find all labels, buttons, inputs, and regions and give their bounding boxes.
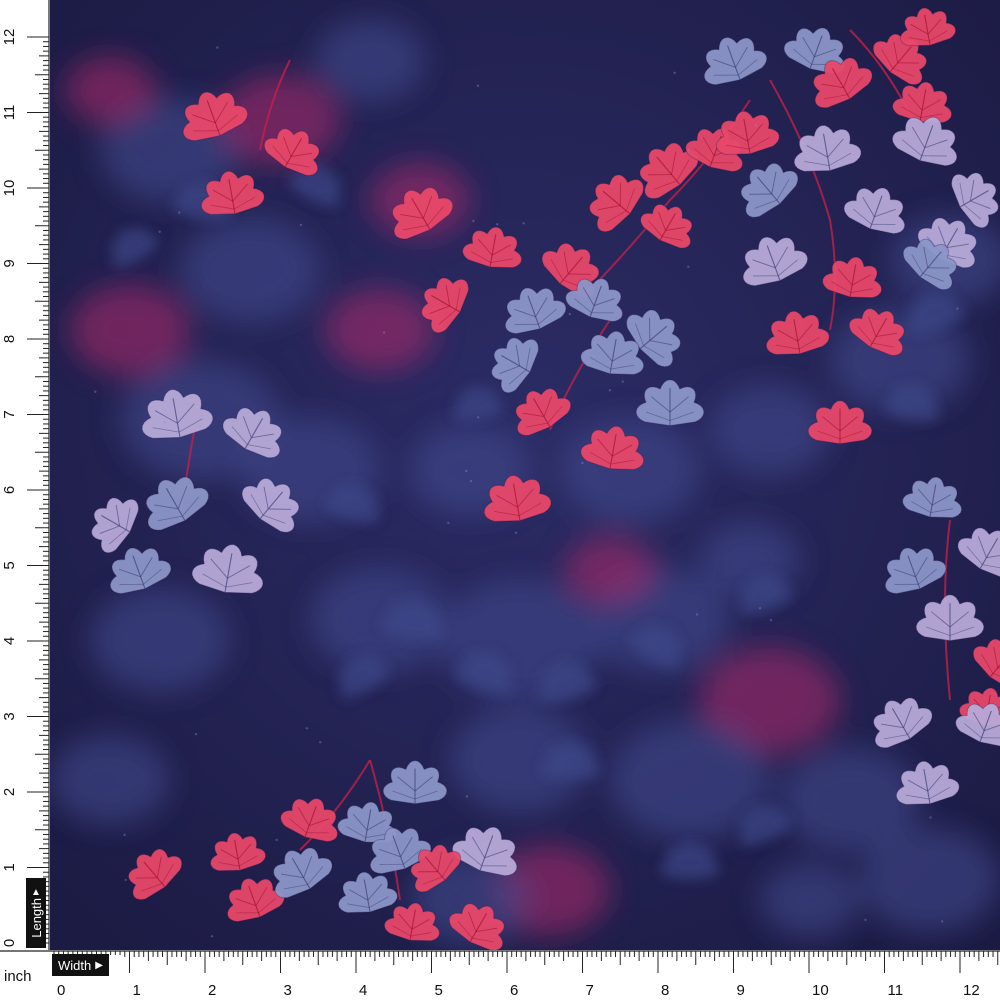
speckle: [158, 230, 161, 233]
speckle: [695, 613, 699, 616]
speckle: [687, 148, 690, 152]
speckle: [472, 219, 475, 223]
speckle: [469, 479, 473, 483]
ruler-number: 10: [1, 180, 18, 197]
speckle: [581, 461, 584, 465]
speckle: [465, 469, 468, 473]
ruler-number: 4: [359, 982, 367, 999]
speckle: [94, 390, 97, 393]
ruler-number: 1: [1, 863, 18, 871]
width-label-tag: Width ▶: [52, 954, 109, 976]
speckle: [476, 84, 480, 87]
speckle: [522, 222, 525, 225]
arrow-up-icon: ▲: [31, 887, 41, 899]
bokeh-blob: [70, 285, 190, 375]
ruler-number: 6: [510, 982, 518, 999]
speckle: [621, 380, 624, 383]
unit-label: inch: [4, 968, 32, 985]
speckle: [769, 619, 773, 622]
printed-fabric: [50, 0, 1000, 950]
ruler-number: 5: [1, 561, 18, 569]
speckle: [382, 331, 386, 334]
fabric-swatch-image: 0 1 2 3 4 5 6 7 8 9 10 11 12 0 1 2 3 4 5 6 7 8 9 10 11 12 ▲ Leng…: [0, 0, 1000, 1000]
speckle: [124, 878, 127, 882]
speckle: [447, 521, 450, 524]
speckle: [514, 531, 518, 534]
ruler-number: 6: [1, 486, 18, 494]
ruler-number: 11: [888, 982, 904, 999]
speckle: [941, 920, 944, 923]
ruler-number: 12: [1, 29, 18, 46]
ruler-number: 4: [1, 637, 18, 645]
ruler-number: 7: [586, 982, 594, 999]
speckle: [305, 727, 308, 730]
ruler-number: 3: [284, 982, 292, 999]
bokeh-blob: [50, 735, 170, 825]
speckle: [465, 795, 469, 798]
floral-leaf-print: [50, 0, 1000, 950]
ruler-number: 2: [208, 982, 216, 999]
speckle: [929, 816, 932, 819]
ruler-number: 5: [435, 982, 443, 999]
speckle: [123, 833, 126, 837]
ruler-number: 0: [57, 982, 65, 999]
speckle: [956, 178, 960, 181]
length-label-tag: ▲ Length: [26, 878, 46, 948]
speckle: [673, 71, 676, 75]
speckle: [477, 416, 480, 419]
ruler-number: 10: [812, 982, 829, 999]
speckle: [216, 46, 219, 49]
bokeh-blob: [860, 827, 1000, 933]
arrow-right-icon: ▶: [95, 959, 103, 971]
bokeh-blob: [560, 417, 700, 523]
speckle: [275, 838, 278, 842]
speckle: [299, 223, 303, 227]
speckle: [178, 211, 181, 214]
ruler-number: 9: [1, 259, 18, 267]
speckle: [163, 420, 166, 424]
speckle: [754, 124, 758, 127]
speckle: [210, 935, 214, 938]
ruler-number: 1: [133, 982, 141, 999]
ruler-number: 9: [737, 982, 745, 999]
length-ruler: 0 1 2 3 4 5 6 7 8 9 10 11 12: [0, 0, 50, 950]
bokeh-blob: [325, 288, 435, 372]
bokeh-blob: [180, 217, 320, 323]
bokeh-blob: [760, 862, 860, 938]
speckle: [568, 312, 571, 316]
bokeh-blob: [565, 536, 655, 604]
ruler-number: 7: [1, 410, 18, 418]
speckle: [319, 741, 322, 744]
speckle: [864, 918, 867, 922]
speckle: [758, 607, 762, 610]
speckle: [956, 307, 959, 310]
ruler-number: 2: [1, 788, 18, 796]
speckle: [496, 223, 499, 226]
ruler-number: 0: [1, 939, 18, 947]
bokeh-blob: [90, 587, 230, 693]
speckle: [687, 265, 690, 268]
ruler-number: 12: [963, 982, 980, 999]
ruler-number: 3: [1, 712, 18, 720]
ruler-number: 8: [1, 335, 18, 343]
length-label: Length: [28, 898, 44, 938]
ruler-number: 8: [661, 982, 669, 999]
bokeh-blob: [65, 56, 155, 124]
width-label: Width: [58, 957, 92, 973]
speckle: [194, 733, 198, 736]
speckle: [608, 389, 612, 392]
width-ruler: 0 1 2 3 4 5 6 7 8 9 10 11 12: [0, 950, 1000, 1000]
ruler-number: 11: [1, 105, 18, 121]
bokeh-blob: [315, 18, 425, 102]
